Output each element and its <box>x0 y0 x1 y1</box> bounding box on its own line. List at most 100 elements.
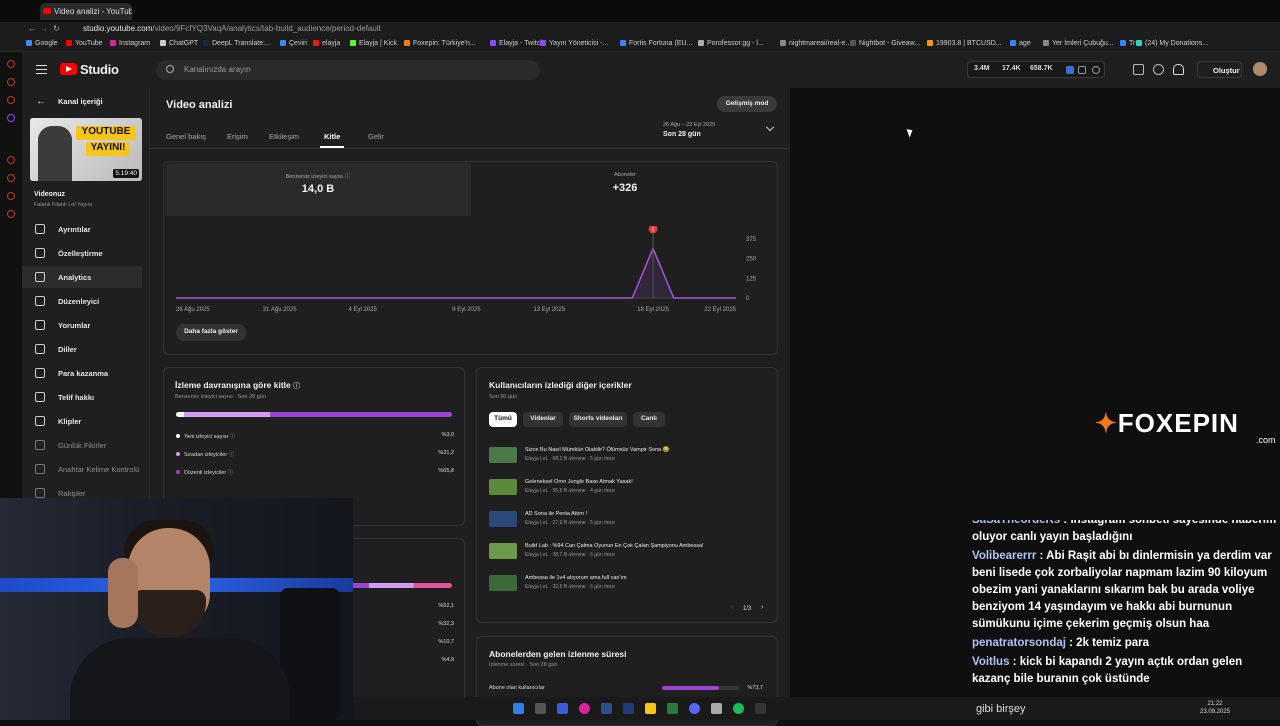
tab-engagement[interactable]: Etkileşim <box>269 132 299 141</box>
avatar[interactable] <box>1253 62 1267 76</box>
bookmark-item[interactable]: Elayja - Twitch <box>490 40 544 47</box>
taskbar-app-icon[interactable] <box>601 703 612 714</box>
sidebar-item-telif-hakk-[interactable]: Telif hakkı <box>22 386 142 408</box>
channel-stats-widget[interactable]: 3.4M 17.4K 658.7K <box>967 61 1105 78</box>
tab-overview[interactable]: Genel bakış <box>166 132 206 141</box>
sidebar-item-g-nl-k-fikirler[interactable]: Günlük Fikirler <box>22 434 142 456</box>
sidebar-item-yorumlar[interactable]: Yorumlar <box>22 314 142 336</box>
bookmark-item[interactable]: DeepL Translate:... <box>203 40 271 47</box>
advanced-mode-button[interactable]: Gelişmiş mod <box>717 96 777 112</box>
next-page-icon[interactable]: › <box>761 604 763 611</box>
bookmark-item[interactable]: 19903.8 | BTCUSD... <box>927 40 1002 47</box>
rail-icon[interactable] <box>7 114 15 122</box>
sidebar-item-analytics[interactable]: Analytics <box>22 266 142 288</box>
info-icon[interactable]: ⓘ <box>293 383 300 390</box>
sidebar-item-d-zenleyici[interactable]: Düzenleyici <box>22 290 142 312</box>
tab-reach[interactable]: Erişim <box>227 132 248 141</box>
bookmark-item[interactable]: YouTube <box>66 40 103 47</box>
taskbar-app-icon[interactable] <box>711 703 722 714</box>
search-input[interactable]: Kanalınızda arayın <box>156 60 540 80</box>
video-thumbnail[interactable]: YOUTUBE YAYINI! 5:19:40 <box>30 118 142 181</box>
bookmark-item[interactable]: Foxepin: Türkiye'n... <box>404 40 476 47</box>
filter-live[interactable]: Canlı <box>633 412 665 427</box>
forward-arrow-icon[interactable]: → <box>40 24 48 33</box>
kpi-unique-viewers[interactable]: Benzersiz izleyici sayısı ⓘ 14,0 B <box>165 163 471 216</box>
extension-icon[interactable] <box>1066 66 1074 74</box>
prev-page-icon[interactable]: ‹ <box>731 604 733 611</box>
taskbar-app-icon[interactable] <box>645 703 656 714</box>
taskbar-app-icon[interactable] <box>557 703 568 714</box>
date-range[interactable]: 26 Ağu – 22 Eyl 2025 <box>663 122 715 128</box>
back-arrow-icon[interactable]: ← <box>36 96 46 107</box>
extension-icon[interactable] <box>1078 66 1086 74</box>
menu-icon[interactable] <box>36 65 47 74</box>
list-item[interactable]: Build Lab : %94 Can Çalma Oyunun En Çok … <box>489 542 769 562</box>
taskbar-app-icon[interactable] <box>755 703 766 714</box>
url-text[interactable]: studio.youtube.com/video/9FcfYQ3VaqA/ana… <box>83 24 381 33</box>
taskbar-app-icon[interactable] <box>535 703 546 714</box>
filter-all[interactable]: Tümü <box>489 412 517 427</box>
extension-icon[interactable] <box>1092 66 1100 74</box>
bookmark-item[interactable]: Çeviri <box>280 40 307 47</box>
bookmark-item[interactable]: Google <box>26 40 58 47</box>
address-bar[interactable]: ← → ↻ studio.youtube.com/video/9FcfYQ3Va… <box>0 22 1280 37</box>
chevron-down-icon[interactable] <box>765 122 775 132</box>
bookmark-item[interactable]: Yer İmleri Çubuğu... <box>1043 40 1114 47</box>
info-icon[interactable]: ⓘ <box>345 174 351 180</box>
filter-videos[interactable]: Videolar <box>523 412 563 427</box>
bookmark-item[interactable]: Porofessor.gg - l... <box>698 40 764 47</box>
reload-icon[interactable]: ↻ <box>53 24 60 33</box>
list-item[interactable]: AD Sona ile Penta Attım ! Elayja LoL · 27… <box>489 510 769 530</box>
bookmark-item[interactable]: ChatGPT <box>160 40 198 47</box>
notifications-icon[interactable] <box>1173 64 1184 75</box>
bookmark-item[interactable]: (24) My Donations... <box>1136 40 1208 47</box>
rail-icon[interactable] <box>7 60 15 68</box>
rail-icon[interactable] <box>7 156 15 164</box>
browser-tab[interactable]: Video analizi - YouTube S <box>40 3 132 20</box>
rail-icon[interactable] <box>7 192 15 200</box>
filter-shorts[interactable]: Shorts videoları <box>569 412 627 427</box>
bookmark-item[interactable]: elayja <box>313 40 340 47</box>
start-icon[interactable] <box>513 703 524 714</box>
create-button[interactable]: Oluştur <box>1197 61 1242 78</box>
taskbar-app-icon[interactable] <box>733 703 744 714</box>
list-item[interactable]: Geleneksel Ornn Jungle Base Atmak Yasak!… <box>489 478 769 498</box>
tab-revenue[interactable]: Gelir <box>368 132 384 141</box>
taskbar-app-icon[interactable] <box>623 703 634 714</box>
help-icon[interactable] <box>1153 64 1164 75</box>
messages-icon[interactable] <box>1133 64 1144 75</box>
list-item[interactable]: Ambessa ile 1v4 atıyorum ama full can'ım… <box>489 574 769 594</box>
info-icon[interactable]: ⓘ <box>229 452 235 458</box>
date-select[interactable]: Son 28 gün <box>663 131 701 138</box>
taskbar-app-icon[interactable] <box>689 703 700 714</box>
bookmark-item[interactable]: Instagram <box>110 40 150 47</box>
taskbar-app-icon[interactable] <box>579 703 590 714</box>
rail-icon[interactable] <box>7 78 15 86</box>
info-icon[interactable]: ⓘ <box>228 470 234 476</box>
sidebar-item-klipler[interactable]: Klipler <box>22 410 142 432</box>
bookmark-item[interactable]: Tr <box>1120 40 1135 47</box>
sidebar-item-anahtar-kelime-kontrol-[interactable]: Anahtar Kelime Kontrolü <box>22 458 142 480</box>
bookmark-item[interactable]: Fortis Fortuna (EU... <box>620 40 692 47</box>
audience-chart[interactable]: ! 375 250 125 0 26 Ağu 2025 31 Ağu 2025 4 Eyl 2… <box>164 226 777 316</box>
youtube-logo-icon[interactable] <box>60 63 77 75</box>
info-icon[interactable]: ⓘ <box>230 434 236 440</box>
rail-icon[interactable] <box>7 96 15 104</box>
bookmark-item[interactable]: Elayja | Kick <box>350 40 397 47</box>
bookmark-item[interactable]: Nightbot - Giveaw... <box>850 40 920 47</box>
sidebar-item-diller[interactable]: Diller <box>22 338 142 360</box>
sidebar-item--zelle-tirme[interactable]: Özelleştirme <box>22 242 142 264</box>
behavior-stacked-bar[interactable] <box>176 412 452 417</box>
rail-icon[interactable] <box>7 210 15 218</box>
back-label[interactable]: Kanal içeriği <box>58 97 103 106</box>
bookmark-item[interactable]: age <box>1010 40 1031 47</box>
list-item[interactable]: Sizce Bu Nasıl Mümkün Olabilir? Ölümsüz … <box>489 446 769 466</box>
back-arrow-icon[interactable]: ← <box>28 24 36 33</box>
bookmark-item[interactable]: Yayın Yöneticisi -... <box>540 40 608 47</box>
show-more-button[interactable]: Daha fazla göster <box>176 324 246 341</box>
sidebar-item-ayr-nt-lar[interactable]: Ayrıntılar <box>22 218 142 240</box>
bookmark-item[interactable]: nightmareai/real-e... <box>780 40 851 47</box>
tab-audience[interactable]: Kitle <box>324 132 340 141</box>
kpi-subscribers-value[interactable]: +326 <box>472 182 778 194</box>
rail-icon[interactable] <box>7 174 15 182</box>
